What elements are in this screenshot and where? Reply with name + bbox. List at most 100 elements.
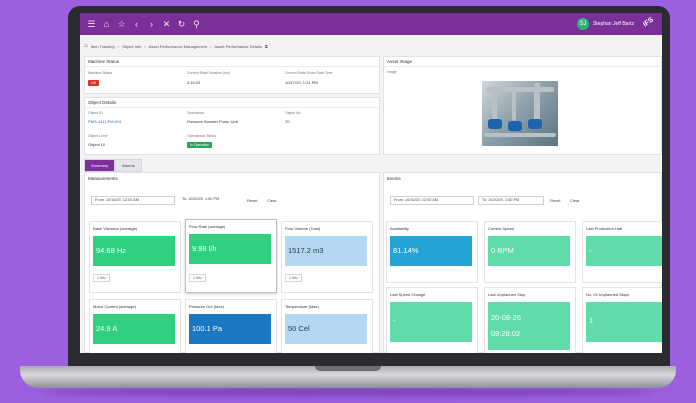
field-value: 70: [285, 119, 290, 124]
breadcrumb-item[interactable]: Object Info: [122, 44, 141, 49]
field-label: Object ID: [88, 111, 103, 115]
interval-select[interactable]: 1 Sec: [93, 274, 110, 282]
measurements-panel: Measurements From: 10/16/20, 12:00 AM To…: [84, 172, 380, 353]
field-label: Operational Status: [187, 134, 216, 138]
from-date-filter[interactable]: From: 10/16/20, 12:00 AM: [91, 196, 175, 205]
measurement-card[interactable]: Motor Current (average) 24.9 A: [89, 299, 181, 353]
card-title: Temperature (Max): [285, 304, 319, 309]
card-title: Base Vibration (average): [93, 226, 138, 231]
card-title: Flow Volume (Total): [285, 226, 321, 231]
refresh-icon[interactable]: ↻: [174, 19, 189, 30]
card-title: Last Unplanned Stop: [488, 292, 526, 297]
avatar: SJ: [576, 18, 589, 30]
tab-alarms[interactable]: Alarms: [115, 159, 142, 172]
field-label: Image: [387, 70, 397, 74]
card-title: Motor Current (average): [93, 304, 136, 309]
value-tile: 0 RPM: [488, 236, 570, 266]
card-title: Current Speed: [488, 226, 515, 231]
value-tile: 81.14%: [390, 236, 472, 266]
status-badge: Off: [88, 80, 99, 86]
breadcrumb-item[interactable]: Asset Performance Management: [149, 44, 207, 49]
star-icon[interactable]: ☆: [114, 19, 129, 30]
field-label: Object Level: [88, 134, 108, 138]
event-card[interactable]: No. Of Unplanned Stops 1: [582, 287, 662, 353]
menu-icon[interactable]: ☰: [84, 19, 99, 30]
field-value: Object 10: [88, 142, 106, 147]
copy-icon[interactable]: ⧉: [265, 44, 268, 49]
home-icon[interactable]: ⌂: [84, 43, 88, 49]
measurement-card[interactable]: Flow Volume (Total) 1517.2 m3 1 Sec: [281, 221, 373, 293]
breadcrumb-item: Asset Performance Details: [214, 43, 262, 49]
card-title: Last Speed Change: [390, 292, 426, 297]
field-label: Current State Duration (hrs): [187, 71, 231, 75]
from-date-filter[interactable]: From: 10/16/20, 12:00 AM: [390, 196, 474, 205]
panel-title: Object Details: [85, 98, 379, 108]
card-title: No. Of Unplanned Stops: [586, 292, 630, 297]
value-tile: 1: [586, 302, 662, 342]
value-tile: 24.9 A: [93, 314, 175, 344]
event-card[interactable]: Last Speed Change -: [386, 287, 478, 353]
object-id-link[interactable]: PMS-4111-PM-001: [88, 119, 122, 124]
back-icon[interactable]: ‹: [129, 19, 144, 29]
card-title: Last Production Halt: [586, 226, 623, 231]
field-label: Object No: [285, 111, 301, 115]
user-menu[interactable]: SJ Stephan Jeff Bartz: [576, 18, 634, 30]
home-icon[interactable]: ⌂: [99, 19, 114, 29]
event-card[interactable]: Last Production Halt -: [582, 221, 662, 283]
close-icon[interactable]: ✕: [159, 19, 174, 30]
breadcrumb: ⌂ Item Tracking › Object Info › Asset Perf…: [84, 43, 268, 49]
to-date-filter[interactable]: To: 10/20/20, 1:50 PM: [478, 196, 544, 205]
events-panel: Events From: 10/16/20, 12:00 AM To: 10/2…: [383, 172, 662, 353]
field-value: 2:10:23: [187, 80, 201, 85]
section-title: Events: [387, 176, 401, 181]
measurement-card[interactable]: Pressure Out (Max) 100.1 Pa: [185, 299, 277, 353]
laptop-shadow: [40, 388, 656, 396]
search-icon[interactable]: ⚲: [189, 19, 204, 30]
laptop-notch: [315, 366, 381, 371]
field-value: Pressure Booster Pump Unit: [187, 119, 238, 124]
measurement-card[interactable]: Flow Rate (average) 9.98 l/h 1 Sec: [185, 219, 277, 293]
reset-button[interactable]: Reset: [247, 198, 257, 203]
panel-title: Machine Status: [85, 57, 379, 67]
tab-bar: Summary Alarms: [84, 159, 142, 172]
stop-date: 20-08-26: [491, 313, 522, 322]
value-tile: -: [390, 302, 472, 342]
reset-button[interactable]: Reset: [550, 198, 560, 203]
measurement-card[interactable]: Temperature (Max) 50 Cel: [281, 299, 373, 353]
interval-select[interactable]: 1 Sec: [285, 274, 302, 282]
section-title: Measurements: [88, 176, 118, 181]
event-card[interactable]: Last Unplanned Stop 20-08-26 09:28:02: [484, 287, 576, 353]
card-title: Flow Rate (average): [189, 224, 226, 229]
event-card[interactable]: Availability 81.14%: [386, 221, 478, 283]
value-tile: 94.68 Hz: [93, 236, 175, 266]
value-tile: -: [586, 236, 662, 266]
clear-button[interactable]: Clear: [267, 198, 277, 203]
object-details-panel: Object Details Object ID PMS-4111-PM-001…: [84, 97, 380, 155]
field-label: Machine Status: [88, 71, 113, 75]
to-date-filter[interactable]: To: 10/20/20, 1:50 PM: [179, 196, 243, 205]
top-navigation-bar: ☰ ⌂ ☆ ‹ › ✕ ↻ ⚲ SJ Stephan Jeff Bartz IF…: [80, 13, 662, 35]
value-tile: 20-08-26 09:28:02: [488, 302, 570, 350]
user-name: Stephan Jeff Bartz: [592, 21, 634, 27]
field-label: Description: [187, 111, 205, 115]
forward-icon[interactable]: ›: [144, 19, 159, 29]
value-tile: 9.98 l/h: [189, 234, 271, 264]
value-tile: 50 Cel: [285, 314, 367, 344]
status-badge: In Operation: [187, 142, 213, 148]
tab-summary[interactable]: Summary: [84, 159, 116, 172]
field-label: Current State Since Date Time: [285, 71, 333, 75]
field-value: 10/17/20, 1:21 PM: [285, 80, 318, 85]
stop-time: 09:28:02: [491, 329, 521, 338]
machine-status-panel: Machine Status Machine Status Off Curren…: [84, 56, 380, 94]
panel-title: Asset Image: [384, 57, 661, 67]
value-tile: 100.1 Pa: [189, 314, 271, 344]
breadcrumb-item[interactable]: Item Tracking: [91, 44, 115, 49]
card-title: Pressure Out (Max): [189, 304, 224, 309]
asset-photo[interactable]: [482, 81, 558, 146]
interval-select[interactable]: 1 Sec: [189, 274, 206, 282]
value-tile: 1517.2 m3: [285, 236, 367, 266]
measurement-card[interactable]: Base Vibration (average) 94.68 Hz 1 Sec: [89, 221, 181, 293]
ifs-logo: IFS: [642, 16, 656, 29]
clear-button[interactable]: Clear: [570, 198, 580, 203]
event-card[interactable]: Current Speed 0 RPM: [484, 221, 576, 283]
